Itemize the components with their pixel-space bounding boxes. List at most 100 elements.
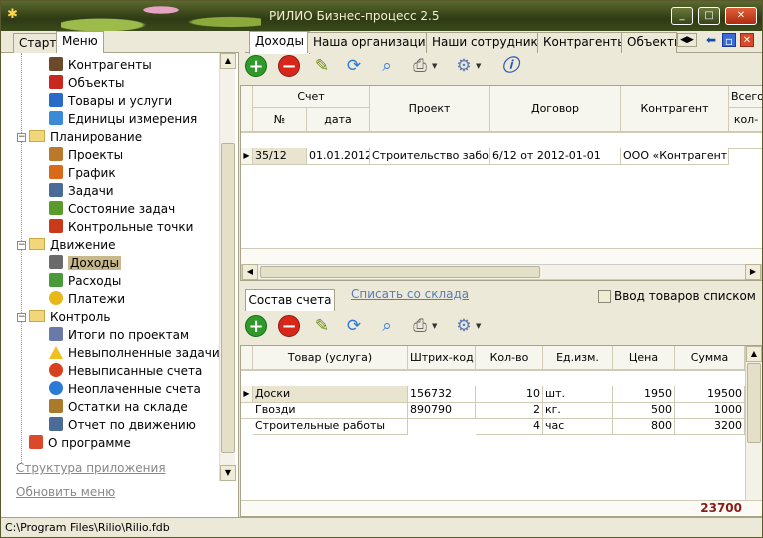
- menu-item[interactable]: О программе: [29, 434, 131, 452]
- col-product[interactable]: Товар (услуга): [253, 346, 408, 370]
- menu-item[interactable]: Доходы: [49, 254, 121, 272]
- cell-barcode[interactable]: 890790: [408, 402, 476, 419]
- cell-date[interactable]: 01.01.2012: [307, 148, 370, 165]
- filter-contractor[interactable]: [621, 132, 729, 133]
- scroll-thumb[interactable]: [221, 143, 235, 453]
- items-settings-icon[interactable]: ⚙: [453, 315, 475, 337]
- filter-sum[interactable]: [675, 370, 745, 371]
- tab-scroll-arrows[interactable]: ◀▶: [677, 33, 697, 47]
- col-unit[interactable]: Ед.изм.: [543, 346, 613, 370]
- menu-item[interactable]: Расходы: [49, 272, 121, 290]
- menu-item[interactable]: График: [49, 164, 116, 182]
- menu-item[interactable]: Проекты: [49, 146, 123, 164]
- cell-product[interactable]: Доски: [253, 386, 408, 403]
- refresh-menu-link[interactable]: Обновить меню: [16, 485, 115, 499]
- search-items-icon[interactable]: ⌕: [376, 315, 398, 337]
- minimize-button[interactable]: _: [671, 7, 693, 25]
- cell-product[interactable]: Гвозди: [253, 402, 408, 419]
- col-contract[interactable]: Договор: [490, 86, 621, 132]
- cell-unit[interactable]: кг.: [543, 402, 613, 419]
- filter-contract[interactable]: [490, 132, 621, 133]
- cell-quantity[interactable]: 4: [476, 418, 543, 435]
- tab-objects[interactable]: Объекты: [621, 32, 677, 53]
- tab-invoice-items[interactable]: Состав счета: [245, 289, 335, 311]
- filter-barcode[interactable]: [408, 370, 476, 371]
- search-icon[interactable]: ⌕: [376, 55, 398, 77]
- print-dropdown-icon[interactable]: ▼: [432, 55, 437, 77]
- back-arrow-icon[interactable]: ⬅: [704, 33, 718, 47]
- scroll-left-icon[interactable]: ◀: [242, 264, 258, 280]
- goods-list-checkbox[interactable]: [598, 290, 611, 303]
- menu-item[interactable]: Неоплаченные счета: [49, 380, 201, 398]
- col-quantity[interactable]: Кол-во: [476, 346, 543, 370]
- col-qty[interactable]: кол-: [729, 108, 762, 132]
- cell-contractor[interactable]: ООО «Контрагент»: [621, 148, 729, 165]
- delete-icon[interactable]: −: [278, 55, 300, 77]
- close-tab-icon[interactable]: ✕: [740, 33, 754, 47]
- filter-total[interactable]: [729, 132, 762, 133]
- add-icon[interactable]: +: [245, 55, 267, 77]
- tab-our-employees[interactable]: Наши сотрудники: [426, 32, 552, 53]
- delete-item-icon[interactable]: −: [278, 315, 300, 337]
- scroll-down-icon[interactable]: ▼: [220, 465, 236, 481]
- cell-product[interactable]: Строительные работы: [253, 418, 408, 435]
- cell-total[interactable]: [729, 148, 762, 149]
- filter-unit[interactable]: [543, 370, 613, 371]
- refresh-items-icon[interactable]: ⟳: [343, 315, 365, 337]
- maximize-button[interactable]: □: [698, 7, 720, 25]
- col-project[interactable]: Проект: [370, 86, 490, 132]
- menu-item[interactable]: Платежи: [49, 290, 125, 308]
- splitter[interactable]: [239, 281, 762, 289]
- add-item-icon[interactable]: +: [245, 315, 267, 337]
- refresh-icon[interactable]: ⟳: [343, 55, 365, 77]
- collapse-icon[interactable]: −: [17, 241, 26, 250]
- col-sum[interactable]: Сумма: [675, 346, 745, 370]
- cell-sum[interactable]: 19500: [675, 386, 745, 403]
- filter-date[interactable]: [307, 132, 370, 133]
- restore-icon[interactable]: ▫: [722, 33, 736, 48]
- info-icon[interactable]: ⓘ: [499, 55, 521, 77]
- items-scrollbar[interactable]: ▲: [745, 346, 762, 500]
- scroll-right-icon[interactable]: ▶: [745, 264, 761, 280]
- cell-price[interactable]: 1950: [613, 386, 675, 403]
- cell-number[interactable]: 35/12: [253, 148, 307, 165]
- menu-item[interactable]: Единицы измерения: [49, 110, 197, 128]
- menu-item[interactable]: Остатки на складе: [49, 398, 188, 416]
- horizontal-scrollbar[interactable]: ◀ ▶: [241, 264, 762, 280]
- cell-unit[interactable]: час: [543, 418, 613, 435]
- col-total[interactable]: Всего: [729, 86, 762, 108]
- col-date[interactable]: дата: [307, 108, 370, 132]
- col-contractor[interactable]: Контрагент: [621, 86, 729, 132]
- collapse-icon[interactable]: −: [17, 133, 26, 142]
- scroll-up-icon[interactable]: ▲: [220, 53, 236, 69]
- cell-project[interactable]: Строительство забора: [370, 148, 490, 165]
- cell-barcode[interactable]: 156732: [408, 386, 476, 403]
- menu-item[interactable]: Отчет по движению: [49, 416, 196, 434]
- filter-product[interactable]: [253, 370, 408, 371]
- items-scroll-up-icon[interactable]: ▲: [746, 346, 762, 362]
- cell-unit[interactable]: шт.: [543, 386, 613, 403]
- hscroll-thumb[interactable]: [260, 266, 540, 278]
- app-structure-link[interactable]: Структура приложения: [16, 461, 166, 475]
- close-button[interactable]: ✕: [725, 7, 757, 25]
- cell-price[interactable]: 500: [613, 402, 675, 419]
- items-scroll-thumb[interactable]: [747, 363, 761, 443]
- cell-barcode[interactable]: [408, 418, 476, 419]
- menu-item[interactable]: Движение: [29, 236, 115, 254]
- menu-scrollbar[interactable]: ▲ ▼: [219, 53, 236, 481]
- cell-quantity[interactable]: 10: [476, 386, 543, 403]
- cell-sum[interactable]: 1000: [675, 402, 745, 419]
- tab-our-organization[interactable]: Наша организация: [307, 32, 439, 53]
- col-number[interactable]: №: [253, 108, 307, 132]
- menu-item[interactable]: Невыписанные счета: [49, 362, 202, 380]
- print-items-icon[interactable]: ⎙: [409, 315, 431, 337]
- collapse-icon[interactable]: −: [17, 313, 26, 322]
- print-icon[interactable]: ⎙: [409, 55, 431, 77]
- menu-item[interactable]: Состояние задач: [49, 200, 175, 218]
- cell-price[interactable]: 800: [613, 418, 675, 435]
- items-settings-dropdown-icon[interactable]: ▼: [476, 315, 481, 337]
- filter-price[interactable]: [613, 370, 675, 371]
- write-off-link[interactable]: Списать со склада: [351, 287, 469, 301]
- tab-income[interactable]: Доходы: [249, 31, 310, 54]
- print-items-dropdown-icon[interactable]: ▼: [432, 315, 437, 337]
